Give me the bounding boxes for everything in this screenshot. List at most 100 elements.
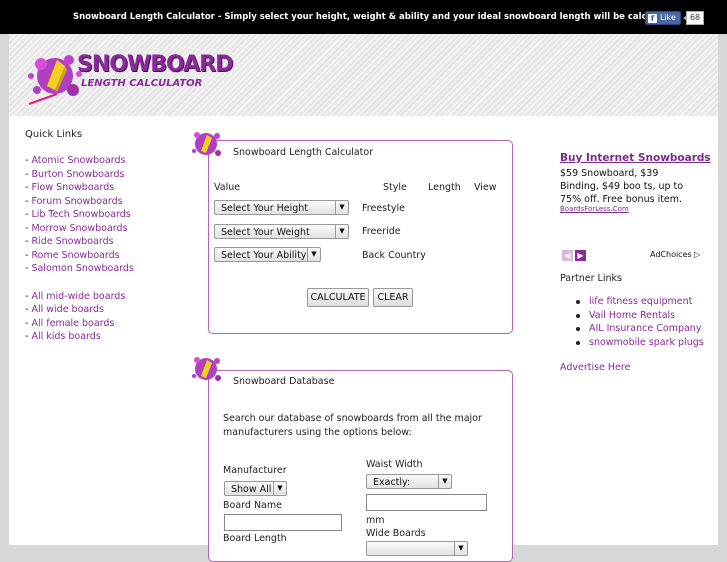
category-link-label: All mid-wide boards (31, 290, 126, 302)
brand-link[interactable]: - Flow Snowboards (25, 181, 195, 195)
ability-select-value: Select Your Ability (221, 250, 307, 261)
manufacturer-select-value: Show All (231, 484, 272, 495)
board-name-input[interactable] (224, 514, 342, 531)
brand-link[interactable]: - Ride Snowboards (25, 235, 195, 249)
waist-width-select-value: Exactly: (373, 477, 411, 488)
brand-link-label: Rome Snowboards (31, 249, 120, 261)
partner-link[interactable]: life fitness equipment (576, 295, 704, 309)
category-link[interactable]: - All wide boards (25, 303, 195, 317)
ad-body: $59 Snowboard, $39 Binding, $49 boo ts, … (560, 168, 684, 205)
brand-link-label: Atomic Snowboards (31, 155, 126, 166)
col-view: View (474, 182, 497, 193)
height-select-value: Select Your Height (221, 203, 309, 214)
chevron-down-icon: ▼ (335, 201, 348, 214)
logo-title: SNOWBOARD (77, 52, 233, 77)
category-link-label: All kids boards (31, 331, 101, 342)
category-link[interactable]: - All mid-wide boards (25, 290, 195, 304)
waist-unit: mm (366, 515, 385, 526)
facebook-like-widget[interactable]: f Like 68 (645, 11, 705, 25)
wide-boards-label: Wide Boards (366, 528, 426, 539)
brand-link-label: Burton Snowboards (31, 168, 125, 180)
adchoices-link[interactable]: AdChoices ▷ (650, 250, 700, 259)
partner-link-label: snowmobile spark plugs (589, 336, 704, 348)
chevron-down-icon: ▼ (335, 225, 348, 238)
calculate-button[interactable]: CALCULATE (307, 288, 369, 307)
ad-title-link[interactable]: Buy Internet Snowboards (560, 152, 711, 164)
banner-message: Snowboard Length Calculator - Simply sel… (73, 12, 681, 22)
brand-link-label: Morrow Snowboards (31, 222, 128, 234)
page-content: SNOWBOARD LENGTH CALCULATOR Quick Links … (9, 34, 718, 562)
weight-select[interactable]: Select Your Weight ▼ (214, 224, 349, 239)
manufacturer-select[interactable]: Show All ▼ (224, 481, 287, 496)
category-link[interactable]: - All kids boards (25, 330, 195, 344)
logo-subtitle: LENGTH CALCULATOR (81, 78, 203, 89)
brand-link[interactable]: - Salomon Snowboards (25, 262, 195, 276)
brand-link[interactable]: - Morrow Snowboards (25, 222, 195, 236)
partner-link-label: life fitness equipment (589, 296, 693, 307)
style-freestyle: Freestyle (362, 203, 405, 214)
manufacturer-label: Manufacturer (223, 465, 287, 476)
weight-select-value: Select Your Weight (221, 227, 310, 238)
adchoices-label: AdChoices (650, 250, 692, 259)
facebook-like-button[interactable]: f Like (645, 11, 681, 25)
waist-width-select[interactable]: Exactly: ▼ (366, 474, 452, 489)
splat-icon (192, 357, 221, 381)
category-link-label: All wide boards (31, 304, 104, 315)
wide-boards-select[interactable]: ▼ (366, 541, 468, 556)
brand-link[interactable]: - Forum Snowboards (25, 195, 195, 209)
splat-icon (192, 132, 221, 156)
style-back-country: Back Country (362, 250, 426, 261)
ad-prev-arrow-icon[interactable]: ◀ (562, 250, 573, 261)
quick-links: Quick Links - Atomic Snowboards - Burton … (25, 129, 195, 344)
chevron-down-icon: ▼ (273, 482, 286, 495)
chevron-down-icon: ▼ (438, 475, 451, 488)
partner-link[interactable]: snowmobile spark plugs (576, 336, 704, 350)
brand-link-label: Salomon Snowboards (31, 263, 134, 274)
facebook-like-count: 68 (682, 11, 705, 25)
brand-links: - Atomic Snowboards - Burton Snowboards - … (25, 154, 195, 276)
chevron-down-icon: ▼ (307, 248, 320, 261)
advertise-here-link[interactable]: Advertise Here (560, 362, 630, 373)
ad-next-arrow-icon[interactable]: ▶ (575, 250, 586, 261)
quick-links-heading: Quick Links (25, 129, 83, 140)
partner-link-label: AIL Insurance Company (589, 323, 702, 334)
brand-link[interactable]: - Atomic Snowboards (25, 154, 195, 168)
clear-button[interactable]: CLEAR (373, 288, 413, 307)
brand-link-label: Forum Snowboards (31, 195, 123, 207)
calculator-title: Snowboard Length Calculator (233, 147, 374, 158)
partner-link-label: Vail Home Rentals (589, 309, 676, 321)
col-value: Value (214, 182, 241, 193)
facebook-icon: f (648, 13, 657, 23)
style-freeride: Freeride (362, 226, 401, 237)
partner-links: life fitness equipment Vail Home Rentals A… (576, 295, 704, 349)
database-title: Snowboard Database (233, 376, 335, 387)
partner-link[interactable]: AIL Insurance Company (576, 322, 704, 336)
category-link[interactable]: - All female boards (25, 317, 195, 331)
col-style: Style (383, 182, 407, 193)
ability-select[interactable]: Select Your Ability ▼ (214, 247, 321, 262)
ad-url-link[interactable]: BoardsForLess.Com (560, 205, 629, 213)
waist-width-input[interactable] (366, 494, 487, 511)
height-select[interactable]: Select Your Height ▼ (214, 200, 349, 215)
database-intro: Search our database of snowboards from a… (223, 413, 482, 438)
partner-links-heading: Partner Links (560, 273, 622, 284)
brand-link-label: Lib Tech Snowboards (31, 209, 131, 220)
category-links: - All mid-wide boards - All wide boards - … (25, 290, 195, 344)
col-length: Length (428, 182, 461, 193)
facebook-like-label: Like (660, 13, 676, 22)
top-banner: Snowboard Length Calculator - Simply sel… (0, 0, 727, 34)
brand-link-label: Flow Snowboards (31, 182, 115, 193)
adchoices-icon: ▷ (694, 250, 701, 259)
brand-link[interactable]: - Rome Snowboards (25, 249, 195, 263)
chevron-down-icon: ▼ (454, 542, 467, 555)
brand-link[interactable]: - Lib Tech Snowboards (25, 208, 195, 222)
waist-width-label: Waist Width (366, 459, 423, 470)
brand-link-label: Ride Snowboards (31, 236, 114, 247)
board-length-label: Board Length (223, 533, 287, 544)
board-name-label: Board Name (223, 500, 282, 511)
site-header: SNOWBOARD LENGTH CALCULATOR (9, 34, 718, 116)
site-logo[interactable]: SNOWBOARD LENGTH CALCULATOR (27, 46, 233, 110)
partner-link[interactable]: Vail Home Rentals (576, 309, 704, 323)
brand-link[interactable]: - Burton Snowboards (25, 168, 195, 182)
category-link-label: All female boards (31, 317, 115, 329)
